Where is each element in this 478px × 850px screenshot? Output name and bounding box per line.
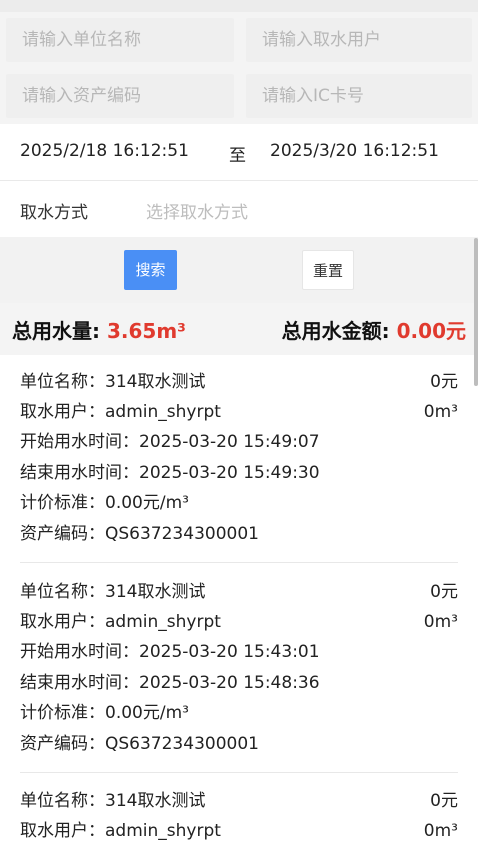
ic-card-input[interactable]: 请输入IC卡号: [246, 74, 472, 118]
scrollbar[interactable]: [474, 238, 478, 386]
record-end-time: 结束用水时间：2025-03-20 15:48:36: [20, 673, 320, 693]
record-volume: 0m³: [423, 612, 458, 632]
water-records-page: 请输入单位名称 请输入取水用户 请输入资产编码 请输入IC卡号 2025/2/1…: [0, 0, 478, 850]
record-amount: 0元: [430, 582, 458, 602]
record-volume: 0m³: [423, 402, 458, 422]
record-unit: 单位名称：314取水测试: [20, 582, 206, 602]
top-bar: [0, 0, 478, 12]
record-amount: 0元: [430, 372, 458, 392]
record-volume: 0m³: [423, 821, 458, 841]
water-mode-label: 取水方式: [20, 203, 88, 223]
record-start-time: 开始用水时间：2025-03-20 15:43:01: [20, 642, 320, 662]
record-asset-code: 资产编码：QS637234300001: [20, 524, 259, 544]
record-start-time: 开始用水时间：2025-03-20 15:49:07: [20, 432, 320, 452]
total-water-label: 总用水量:: [12, 319, 100, 343]
date-to[interactable]: 2025/3/20 16:12:51: [270, 141, 439, 161]
button-area: 搜索 重置: [0, 237, 478, 303]
record-asset-code: 资产编码：QS637234300001: [20, 734, 259, 754]
record-divider: [20, 562, 458, 563]
date-separator: 至: [229, 146, 246, 166]
record-list[interactable]: 单位名称：314取水测试 0元 取水用户：admin_shyrpt 0m³ 开始…: [0, 355, 478, 850]
record-price: 计价标准：0.00元/m³: [20, 703, 189, 723]
record-divider: [20, 772, 458, 773]
total-amount-label: 总用水金额:: [281, 319, 390, 343]
record-unit: 单位名称：314取水测试: [20, 791, 206, 811]
date-range-row: 2025/2/18 16:12:51 至 2025/3/20 16:12:51: [0, 124, 478, 180]
record-user: 取水用户：admin_shyrpt: [20, 821, 221, 841]
search-button[interactable]: 搜索: [124, 250, 177, 290]
summary-bar: 总用水量: 3.65m³ 总用水金额: 0.00元: [0, 303, 478, 355]
total-amount-value: 0.00元: [396, 319, 466, 343]
record-price: 计价标准：0.00元/m³: [20, 493, 189, 513]
asset-code-input[interactable]: 请输入资产编码: [6, 74, 234, 118]
water-mode-select[interactable]: 选择取水方式: [146, 198, 248, 223]
total-amount: 总用水金额: 0.00元: [282, 315, 466, 344]
record-user: 取水用户：admin_shyrpt: [20, 612, 221, 632]
total-water: 总用水量: 3.65m³: [12, 315, 186, 344]
record-end-time: 结束用水时间：2025-03-20 15:49:30: [20, 463, 320, 483]
water-mode-row: 取水方式 选择取水方式: [0, 181, 478, 237]
reset-button[interactable]: 重置: [302, 250, 354, 290]
record-amount: 0元: [430, 791, 458, 811]
record-user: 取水用户：admin_shyrpt: [20, 402, 221, 422]
date-from[interactable]: 2025/2/18 16:12:51: [20, 141, 189, 161]
total-water-value: 3.65m³: [106, 319, 186, 343]
unit-name-input[interactable]: 请输入单位名称: [6, 18, 234, 62]
water-user-input[interactable]: 请输入取水用户: [246, 18, 472, 62]
record-unit: 单位名称：314取水测试: [20, 372, 206, 392]
